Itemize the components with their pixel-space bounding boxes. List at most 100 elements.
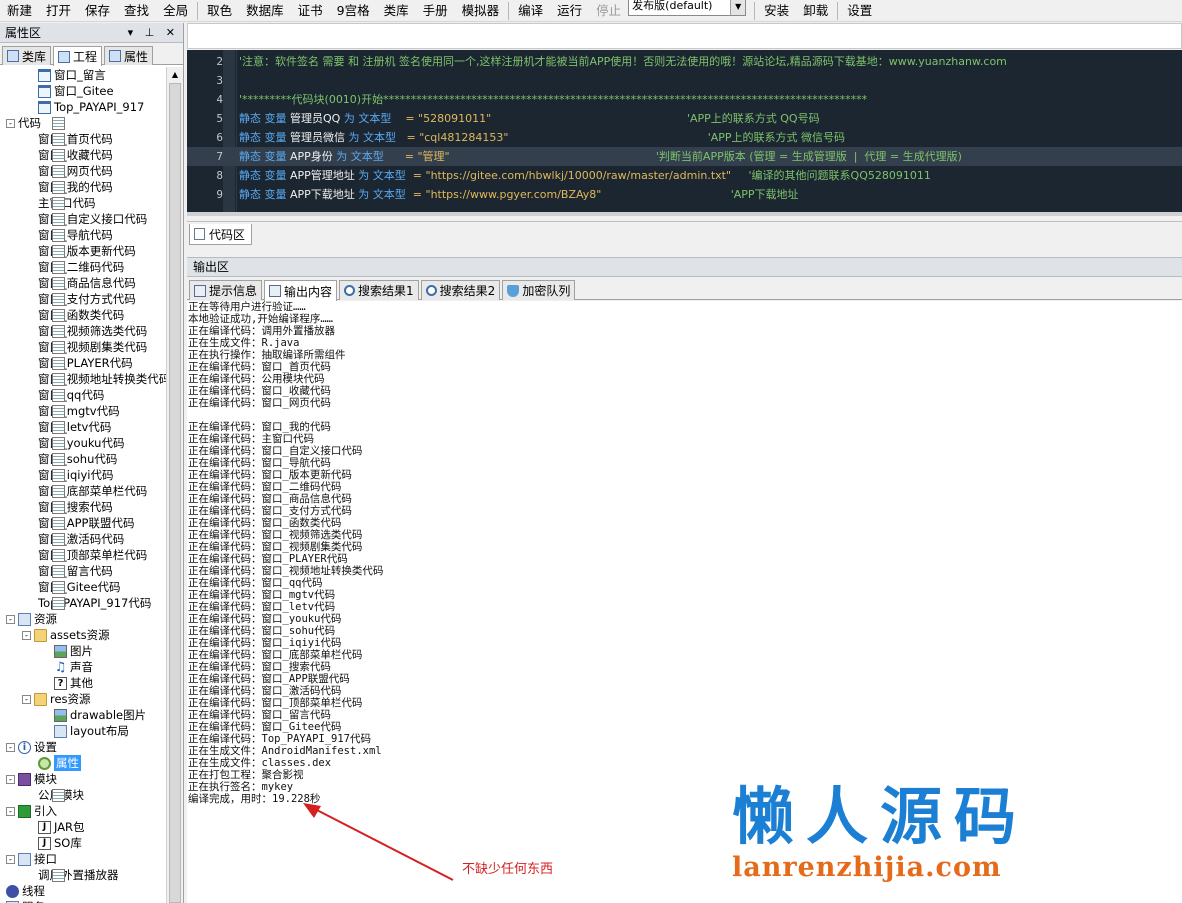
tree-item[interactable]: 窗口_iqiyi代码 — [0, 467, 166, 483]
collapse-toggle-icon[interactable]: - — [6, 854, 15, 864]
editor-hscrollbar[interactable] — [187, 212, 1182, 216]
tree-item[interactable]: 窗口_留言 — [0, 67, 166, 83]
collapse-toggle-icon[interactable]: - — [22, 630, 31, 640]
tree-item[interactable]: 窗口_我的代码 — [0, 179, 166, 195]
tree-item[interactable]: 窗口_底部菜单栏代码 — [0, 483, 166, 499]
tree-item[interactable]: 窗口_顶部菜单栏代码 — [0, 547, 166, 563]
output-tab-2[interactable]: 搜索结果1 — [339, 280, 419, 300]
toolbar-button-4[interactable]: 全局 — [156, 1, 195, 21]
output-tab-0[interactable]: 提示信息 — [189, 280, 263, 300]
toolbar-button-3[interactable]: 查找 — [117, 1, 156, 21]
code-line[interactable]: 3 — [187, 71, 1182, 90]
toolbar-button-10[interactable]: 手册 — [416, 1, 455, 21]
collapse-toggle-icon[interactable]: - — [6, 118, 15, 128]
output-tab-4[interactable]: 加密队列 — [502, 280, 576, 300]
tree-item[interactable]: 服务 — [0, 899, 166, 903]
tab-project[interactable]: 工程 — [53, 46, 103, 66]
tree-item[interactable]: - 引入 — [0, 803, 166, 819]
toolbar-button-15[interactable]: 安装 — [757, 1, 796, 21]
tree-item[interactable]: 公用模块 — [0, 787, 166, 803]
toolbar-button-11[interactable]: 模拟器 — [455, 1, 507, 21]
tree-item[interactable]: - assets资源 — [0, 627, 166, 643]
scroll-up-icon[interactable]: ▲ — [167, 67, 183, 83]
tree-item[interactable]: 窗口_首页代码 — [0, 131, 166, 147]
tree-item[interactable]: 窗口_PLAYER代码 — [0, 355, 166, 371]
tree-item[interactable]: 窗口_收藏代码 — [0, 147, 166, 163]
tree-item[interactable]: - 接口 — [0, 851, 166, 867]
tree-item[interactable]: 窗口_视频地址转换类代码 — [0, 371, 166, 387]
tree-item[interactable]: - i 设置 — [0, 739, 166, 755]
tree-item[interactable]: ? 其他 — [0, 675, 166, 691]
tree-item[interactable]: 窗口_商品信息代码 — [0, 275, 166, 291]
tree-item[interactable]: 窗口_版本更新代码 — [0, 243, 166, 259]
toolbar-button-17[interactable]: 设置 — [840, 1, 879, 21]
tree-item[interactable]: J JAR包 — [0, 819, 166, 835]
toolbar-button-14[interactable]: 停止 — [589, 1, 628, 21]
tree-item[interactable]: - 代码 — [0, 115, 166, 131]
tree-item[interactable]: 窗口_二维码代码 — [0, 259, 166, 275]
tree-item[interactable]: 窗口_letv代码 — [0, 419, 166, 435]
toolbar-button-2[interactable]: 保存 — [78, 1, 117, 21]
tab-properties[interactable]: 属性 — [104, 46, 154, 65]
toolbar-button-6[interactable]: 数据库 — [239, 1, 291, 21]
tree-item[interactable]: 窗口_激活码代码 — [0, 531, 166, 547]
tab-library[interactable]: 类库 — [2, 46, 52, 65]
tab-code-area[interactable]: 代码区 — [189, 224, 253, 245]
code-line[interactable]: 7 静态 变量 APP身份 为 文本型 = "管理" '判断当前APP版本 (管理… — [187, 147, 1182, 166]
tree-item[interactable]: 窗口_网页代码 — [0, 163, 166, 179]
output-tab-1[interactable]: 输出内容 — [264, 280, 338, 301]
tree-item[interactable]: - res资源 — [0, 691, 166, 707]
tree-item[interactable]: 主窗口代码 — [0, 195, 166, 211]
collapse-toggle-icon[interactable]: - — [22, 694, 31, 704]
tree-item[interactable]: 图片 — [0, 643, 166, 659]
collapse-toggle-icon[interactable]: - — [6, 806, 15, 816]
code-line[interactable]: 6 静态 变量 管理员微信 为 文本型 = "cql481284153" 'APP… — [187, 128, 1182, 147]
tree-item[interactable]: Top_PAYAPI_917 — [0, 99, 166, 115]
code-line[interactable]: 2 '注意：软件签名 需要 和 注册机 签名使用同一个,这样注册机才能被当前APP… — [187, 52, 1182, 71]
tree-item[interactable]: - 模块 — [0, 771, 166, 787]
toolbar-button-1[interactable]: 打开 — [39, 1, 78, 21]
collapse-toggle-icon[interactable]: - — [6, 774, 15, 784]
toolbar-button-8[interactable]: 9宫格 — [330, 1, 377, 21]
toolbar-button-0[interactable]: 新建 — [0, 1, 39, 21]
tree-scrollbar[interactable]: ▲ — [166, 67, 183, 903]
chevron-down-icon[interactable]: ▼ — [730, 0, 746, 15]
tree-item[interactable]: Top_PAYAPI_917代码 — [0, 595, 166, 611]
tree-item[interactable]: ♫ 声音 — [0, 659, 166, 675]
tree-item[interactable]: 窗口_导航代码 — [0, 227, 166, 243]
tree-item[interactable]: 窗口_支付方式代码 — [0, 291, 166, 307]
tree-item[interactable]: drawable图片 — [0, 707, 166, 723]
tree-item[interactable]: 窗口_留言代码 — [0, 563, 166, 579]
tree-item[interactable]: 窗口_APP联盟代码 — [0, 515, 166, 531]
tree-item[interactable]: J SO库 — [0, 835, 166, 851]
tree-item[interactable]: layout布局 — [0, 723, 166, 739]
code-line[interactable]: 4 '*********代码块(0010)开始******************… — [187, 90, 1182, 109]
tree-item[interactable]: 窗口_函数类代码 — [0, 307, 166, 323]
collapse-toggle-icon[interactable]: - — [6, 742, 15, 752]
panel-controls[interactable]: ▾ ⊥ ✕ — [128, 23, 179, 43]
tree-item[interactable]: 窗口_Gitee代码 — [0, 579, 166, 595]
tree-item[interactable]: 窗口_youku代码 — [0, 435, 166, 451]
toolbar-button-5[interactable]: 取色 — [200, 1, 239, 21]
toolbar-button-16[interactable]: 卸载 — [796, 1, 835, 21]
code-line[interactable]: 8 静态 变量 APP管理地址 为 文本型 = "https://gitee.co… — [187, 166, 1182, 185]
toolbar-button-12[interactable]: 编译 — [511, 1, 550, 21]
tree-item[interactable]: 窗口_mgtv代码 — [0, 403, 166, 419]
tree-item[interactable]: 窗口_sohu代码 — [0, 451, 166, 467]
code-line[interactable]: 5 静态 变量 管理员QQ 为 文本型 = "528091011" 'APP上的联… — [187, 109, 1182, 128]
tree-item[interactable]: 窗口_自定义接口代码 — [0, 211, 166, 227]
tree-item[interactable]: 属性 — [0, 755, 166, 771]
tree-item[interactable]: 窗口_视频筛选类代码 — [0, 323, 166, 339]
scroll-thumb[interactable] — [169, 83, 181, 903]
tree-item[interactable]: 调用外置播放器 — [0, 867, 166, 883]
tree-item[interactable]: 窗口_视频剧集类代码 — [0, 339, 166, 355]
tree-item[interactable]: 窗口_搜索代码 — [0, 499, 166, 515]
toolbar-button-9[interactable]: 类库 — [377, 1, 416, 21]
tree-item[interactable]: 线程 — [0, 883, 166, 899]
tree-item[interactable]: 窗口_qq代码 — [0, 387, 166, 403]
code-line[interactable]: 9 静态 变量 APP下载地址 为 文本型 = "https://www.pgye… — [187, 185, 1182, 204]
toolbar-button-7[interactable]: 证书 — [291, 1, 330, 21]
output-tab-3[interactable]: 搜索结果2 — [420, 280, 501, 300]
collapse-toggle-icon[interactable]: - — [6, 614, 15, 624]
toolbar-button-13[interactable]: 运行 — [550, 1, 589, 21]
